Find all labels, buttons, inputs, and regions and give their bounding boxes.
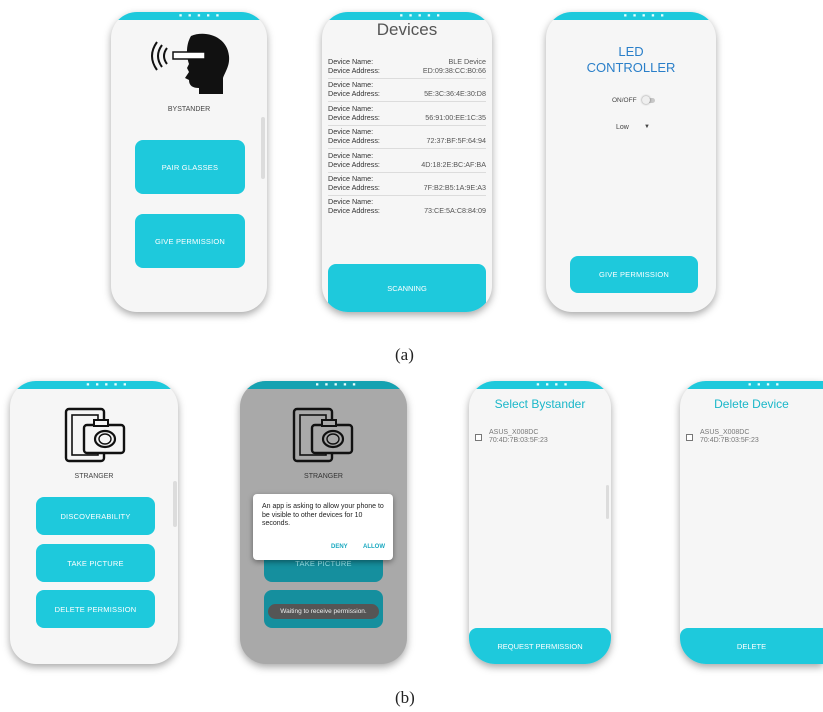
device-address-label: Device Address: (328, 159, 380, 169)
row-divider (328, 124, 486, 126)
led-title-line1: LED (618, 44, 644, 59)
select-bystander-screen: ▪ ▪ ▪ ▪ Select Bystander ASUS_X008DC 70:… (469, 381, 611, 664)
row-divider (328, 78, 486, 79)
bystander-device-name: ASUS_X008DC (489, 429, 539, 436)
take-picture-button[interactable]: TAKE PICTURE (36, 544, 155, 582)
camera-frame-icon (64, 407, 126, 463)
stranger-screen: ▪ ▪ ▪ ▪ ▪ STRANGER DISCOVERABILITY TAKE … (10, 381, 178, 664)
device-row[interactable]: Device Name: Device Address: 7F:B2:B5:1A:9… (328, 174, 486, 193)
scrollbar[interactable] (173, 481, 177, 527)
device-row[interactable]: Device Name: BLE Device Device Address: ED:… (328, 57, 486, 76)
level-select[interactable]: Low ▼ (616, 124, 656, 134)
caption-a: (a) (395, 345, 414, 364)
device-address-value: 7F:B2:B5:1A:9E:A3 (423, 183, 486, 192)
device-address-label: Device Address: (328, 183, 380, 192)
led-give-permission-button[interactable]: GIVE PERMISSION (570, 256, 698, 293)
device-row[interactable]: Device Name: Device Address: 5E:3C:36:4E:3… (328, 81, 486, 99)
device-name-label: Device Name: (328, 150, 374, 160)
stranger-label: STRANGER (74, 473, 114, 480)
bystander-screen: ▪ ▪ ▪ ▪ ▪ BYSTANDER PAIR GLASSES GIVE PE… (111, 12, 267, 312)
stranger-label: STRANGER (304, 473, 343, 480)
row-divider (328, 195, 486, 196)
head-with-glasses-icon (151, 33, 230, 94)
pair-glasses-button[interactable]: PAIR GLASSES (135, 140, 245, 194)
device-row[interactable]: Device Name: Device Address: 73:CE:5A:C8:8… (328, 198, 486, 216)
status-bar: ▪ ▪ ▪ ▪ ▪ (322, 12, 492, 20)
status-bar: ▪ ▪ ▪ ▪ (680, 381, 823, 389)
row-divider (328, 148, 486, 150)
status-bar: ▪ ▪ ▪ ▪ ▪ (546, 12, 716, 20)
device-address-value: 5E:3C:36:4E:30:D8 (424, 89, 486, 99)
device-address-label: Device Address: (328, 89, 380, 99)
row-divider (328, 101, 486, 103)
camera-frame-icon (292, 407, 354, 463)
dialog-message: An app is asking to allow your phone to … (262, 503, 384, 527)
dropdown-arrow-icon: ▼ (644, 124, 650, 130)
delete-device-title: Delete Device (714, 397, 789, 411)
device-row[interactable]: Device Name: Device Address: 4D:18:2E:BC:A… (328, 150, 486, 170)
status-bar: ▪ ▪ ▪ ▪ ▪ (111, 12, 267, 20)
delete-device-name: ASUS_X008DC (700, 429, 750, 436)
allow-button[interactable]: ALLOW (363, 544, 385, 550)
request-permission-button[interactable]: REQUEST PERMISSION (469, 628, 611, 664)
scrollbar[interactable] (261, 117, 265, 179)
waiting-toast: Waiting to receive permission. (268, 604, 379, 619)
on-off-label: ON/OFF (612, 97, 637, 104)
device-address-value: 72:37:BF:5F:64:94 (426, 136, 486, 146)
delete-permission-button[interactable]: DELETE PERMISSION (36, 590, 155, 628)
toggle-knob (642, 96, 650, 104)
led-controller-screen: ▪ ▪ ▪ ▪ ▪ LED CONTROLLER ON/OFF Low ▼ GI… (546, 12, 716, 312)
status-bar: ▪ ▪ ▪ ▪ ▪ (10, 381, 178, 389)
deny-button[interactable]: DENY (331, 544, 348, 550)
bystander-device-address: 70:4D:7B:03:5F:23 (489, 437, 548, 444)
device-checkbox[interactable] (686, 434, 693, 441)
device-address-value: 73:CE:5A:C8:84:09 (424, 206, 486, 216)
bystander-checkbox[interactable] (475, 434, 482, 441)
led-title-line2: CONTROLLER (586, 60, 676, 75)
level-select-value: Low (616, 124, 629, 131)
delete-device-screen: ▪ ▪ ▪ ▪ Delete Device ASUS_X008DC 70:4D:… (680, 381, 823, 664)
discoverability-button[interactable]: DISCOVERABILITY (36, 497, 155, 535)
select-bystander-title: Select Bystander (494, 397, 586, 411)
device-address-value: 56:91:00:EE:1C:35 (425, 112, 486, 122)
device-address-label: Device Address: (328, 112, 380, 122)
on-off-toggle[interactable] (642, 96, 656, 105)
row-divider (328, 171, 486, 173)
permission-dialog: An app is asking to allow your phone to … (253, 494, 393, 560)
stranger-dialog-screen: ▪ ▪ ▪ ▪ ▪ STRANGER TAKE PICTURE An app i… (240, 381, 407, 664)
device-address-label: Device Address: (328, 206, 380, 216)
device-row[interactable]: Device Name: Device Address: 72:37:BF:5F:6… (328, 128, 486, 146)
device-address-label: Device Address: (328, 66, 380, 75)
devices-screen: ▪ ▪ ▪ ▪ ▪ Devices Device Name: BLE Device… (322, 12, 492, 312)
device-row[interactable]: Device Name: Device Address: 56:91:00:EE:1… (328, 104, 486, 123)
scrollbar[interactable] (606, 485, 609, 519)
device-address-value: ED:09:38:CC:B0:66 (422, 66, 486, 75)
delete-button[interactable]: DELETE (680, 628, 823, 664)
scanning-button[interactable]: SCANNING (328, 264, 486, 312)
device-address-value: 4D:18:2E:BC:AF:BA (421, 159, 486, 169)
give-permission-button[interactable]: GIVE PERMISSION (135, 214, 245, 268)
status-bar: ▪ ▪ ▪ ▪ ▪ (240, 381, 407, 389)
devices-title: Devices (376, 20, 438, 39)
delete-device-address: 70:4D:7B:03:5F:23 (700, 437, 759, 444)
caption-b: (b) (395, 688, 415, 707)
device-address-label: Device Address: (328, 136, 380, 146)
status-bar: ▪ ▪ ▪ ▪ (469, 381, 611, 389)
bystander-label: BYSTANDER (167, 106, 211, 113)
